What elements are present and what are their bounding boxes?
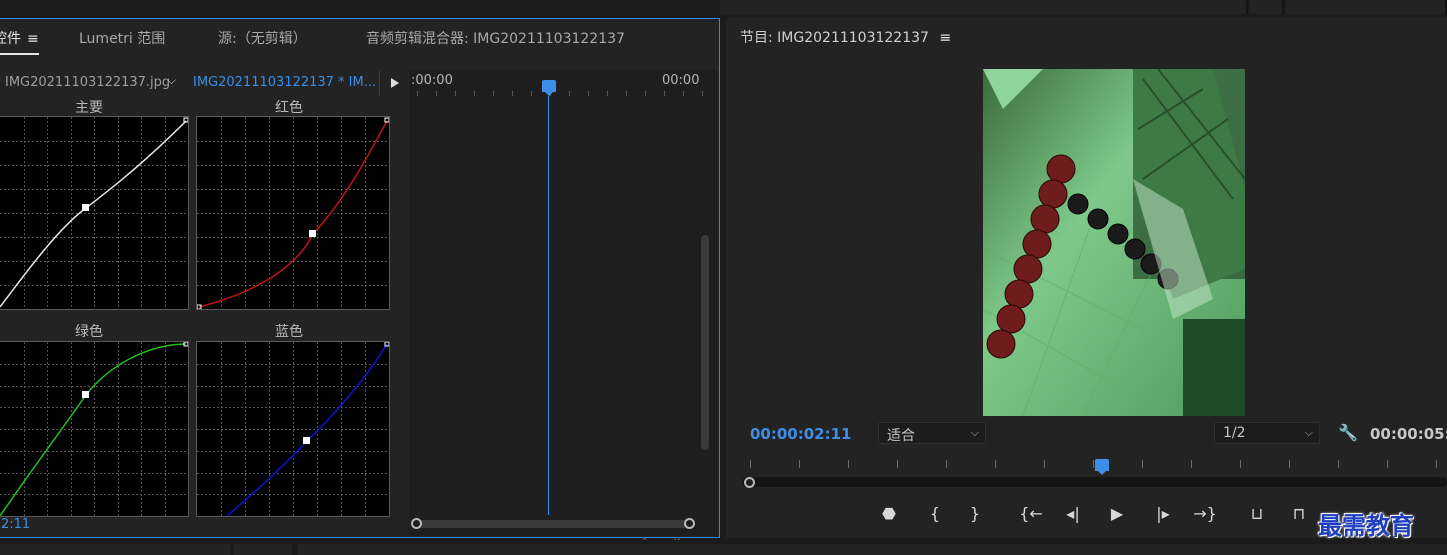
- monitor-scrub-bar[interactable]: [742, 477, 1447, 487]
- chevron-down-icon[interactable]: ⌵: [167, 73, 176, 88]
- curve-control-point[interactable]: [82, 204, 89, 211]
- step-back-button[interactable]: ◂|: [1060, 504, 1086, 523]
- extract-button[interactable]: ⊓: [1286, 504, 1312, 523]
- mark-in-button[interactable]: {: [922, 504, 948, 523]
- go-to-out-button[interactable]: →}: [1192, 504, 1218, 523]
- curve-label-master: 主要: [75, 100, 103, 116]
- playhead-timecode[interactable]: 00:00:02:11: [750, 425, 852, 443]
- sequence-clip-name[interactable]: IMG20211103122137 * IM...: [193, 75, 376, 90]
- green-curve-graph[interactable]: [0, 341, 189, 517]
- tab-label: 控件: [0, 31, 21, 47]
- zoom-handle-left[interactable]: [744, 477, 755, 488]
- master-curve-graph[interactable]: [0, 116, 189, 310]
- bottom-strip: [0, 540, 1447, 555]
- program-monitor-title: 节目: IMG20211103122137 ≡: [740, 27, 951, 47]
- tab-audio-clip-mixer[interactable]: 音频剪辑混合器: IMG20211103122137: [366, 28, 625, 48]
- panel-menu-icon[interactable]: ≡: [27, 31, 39, 47]
- go-to-in-button[interactable]: {←: [1018, 504, 1044, 523]
- bottom-strip-segment: [234, 544, 292, 555]
- show-timeline-toggle-icon[interactable]: [379, 70, 409, 96]
- tab-source[interactable]: 源:（无剪辑）: [218, 28, 307, 48]
- scroll-zoom-left-handle[interactable]: [411, 518, 422, 529]
- source-clip-name[interactable]: IMG20211103122137.jpg: [5, 75, 170, 90]
- lift-button[interactable]: ⊔: [1244, 504, 1270, 523]
- curve-label-red: 红色: [275, 100, 303, 116]
- effect-controls-panel: 控件 ≡ Lumetri 范围 源:（无剪辑） 音频剪辑混合器: IMG20211…: [0, 18, 720, 551]
- top-strip-segment: [1250, 0, 1284, 14]
- timeline-end-time: 00:00: [662, 73, 700, 88]
- program-monitor-panel: 节目: IMG20211103122137 ≡ 00:00:02:11 适合 ⌵…: [726, 18, 1447, 538]
- monitor-playhead-handle[interactable]: [1095, 459, 1109, 475]
- curve-svg: [0, 117, 188, 309]
- curve-control-point[interactable]: [82, 391, 89, 398]
- chevron-down-icon: ⌵: [970, 426, 979, 439]
- bottom-strip-segment: [298, 544, 1447, 555]
- duration-timecode: 00:00:05:: [1370, 425, 1447, 443]
- wrench-icon[interactable]: 🔧: [1338, 423, 1358, 442]
- timeline-ruler: [417, 91, 703, 96]
- curve-control-point[interactable]: [309, 230, 316, 237]
- chevron-down-icon: ⌵: [1304, 426, 1313, 439]
- tab-active-underline: [0, 53, 39, 55]
- scroll-zoom-right-handle[interactable]: [684, 518, 695, 529]
- curve-label-green: 绿色: [75, 324, 103, 340]
- red-curve-graph[interactable]: [196, 116, 390, 310]
- tab-lumetri-scopes[interactable]: Lumetri 范围: [79, 28, 165, 48]
- bottom-strip-segment: [0, 544, 230, 555]
- panel-menu-icon[interactable]: ≡: [939, 30, 951, 46]
- fit-dropdown-value: 适合: [887, 428, 915, 444]
- resolution-dropdown[interactable]: 1/2 ⌵: [1214, 422, 1320, 444]
- tab-effect-controls[interactable]: 控件 ≡: [0, 28, 39, 55]
- mark-out-button[interactable]: }: [962, 504, 988, 523]
- timeline-start-time: :00:00: [411, 73, 453, 88]
- blue-curve-graph[interactable]: [196, 341, 390, 517]
- add-marker-button[interactable]: ⬣: [876, 504, 902, 523]
- vertical-scrollbar[interactable]: [701, 235, 709, 450]
- play-button[interactable]: ▶: [1104, 504, 1130, 523]
- fit-dropdown[interactable]: 适合 ⌵: [878, 422, 986, 444]
- curve-svg: [197, 117, 389, 309]
- playhead-handle[interactable]: [542, 80, 556, 96]
- playhead-line: [548, 96, 549, 515]
- video-image: [983, 69, 1245, 416]
- video-frame: [983, 69, 1245, 416]
- effect-timeline[interactable]: :00:00 00:00 ♪ ⇪: [409, 70, 717, 551]
- top-strip-segment: [1286, 0, 1447, 14]
- step-forward-button[interactable]: |▸: [1150, 504, 1176, 523]
- program-title-text: 节目: IMG20211103122137: [740, 30, 929, 46]
- resolution-dropdown-value: 1/2: [1223, 425, 1246, 441]
- curve-svg: [0, 342, 188, 516]
- current-timecode[interactable]: 2:11: [1, 517, 30, 532]
- watermark-logo: 最需教育: [1318, 512, 1414, 540]
- curve-svg: [197, 342, 389, 516]
- top-strip-segment: [720, 0, 1248, 14]
- curve-label-blue: 蓝色: [275, 324, 303, 340]
- panel-tabs: 控件 ≡ Lumetri 范围 源:（无剪辑） 音频剪辑混合器: IMG20211…: [0, 19, 719, 55]
- top-strip: [0, 0, 1447, 16]
- horizontal-scrollbar[interactable]: [416, 520, 690, 528]
- clip-selector-bar: IMG20211103122137.jpg ⌵ IMG2021110312213…: [0, 70, 409, 96]
- curve-control-point[interactable]: [303, 437, 310, 444]
